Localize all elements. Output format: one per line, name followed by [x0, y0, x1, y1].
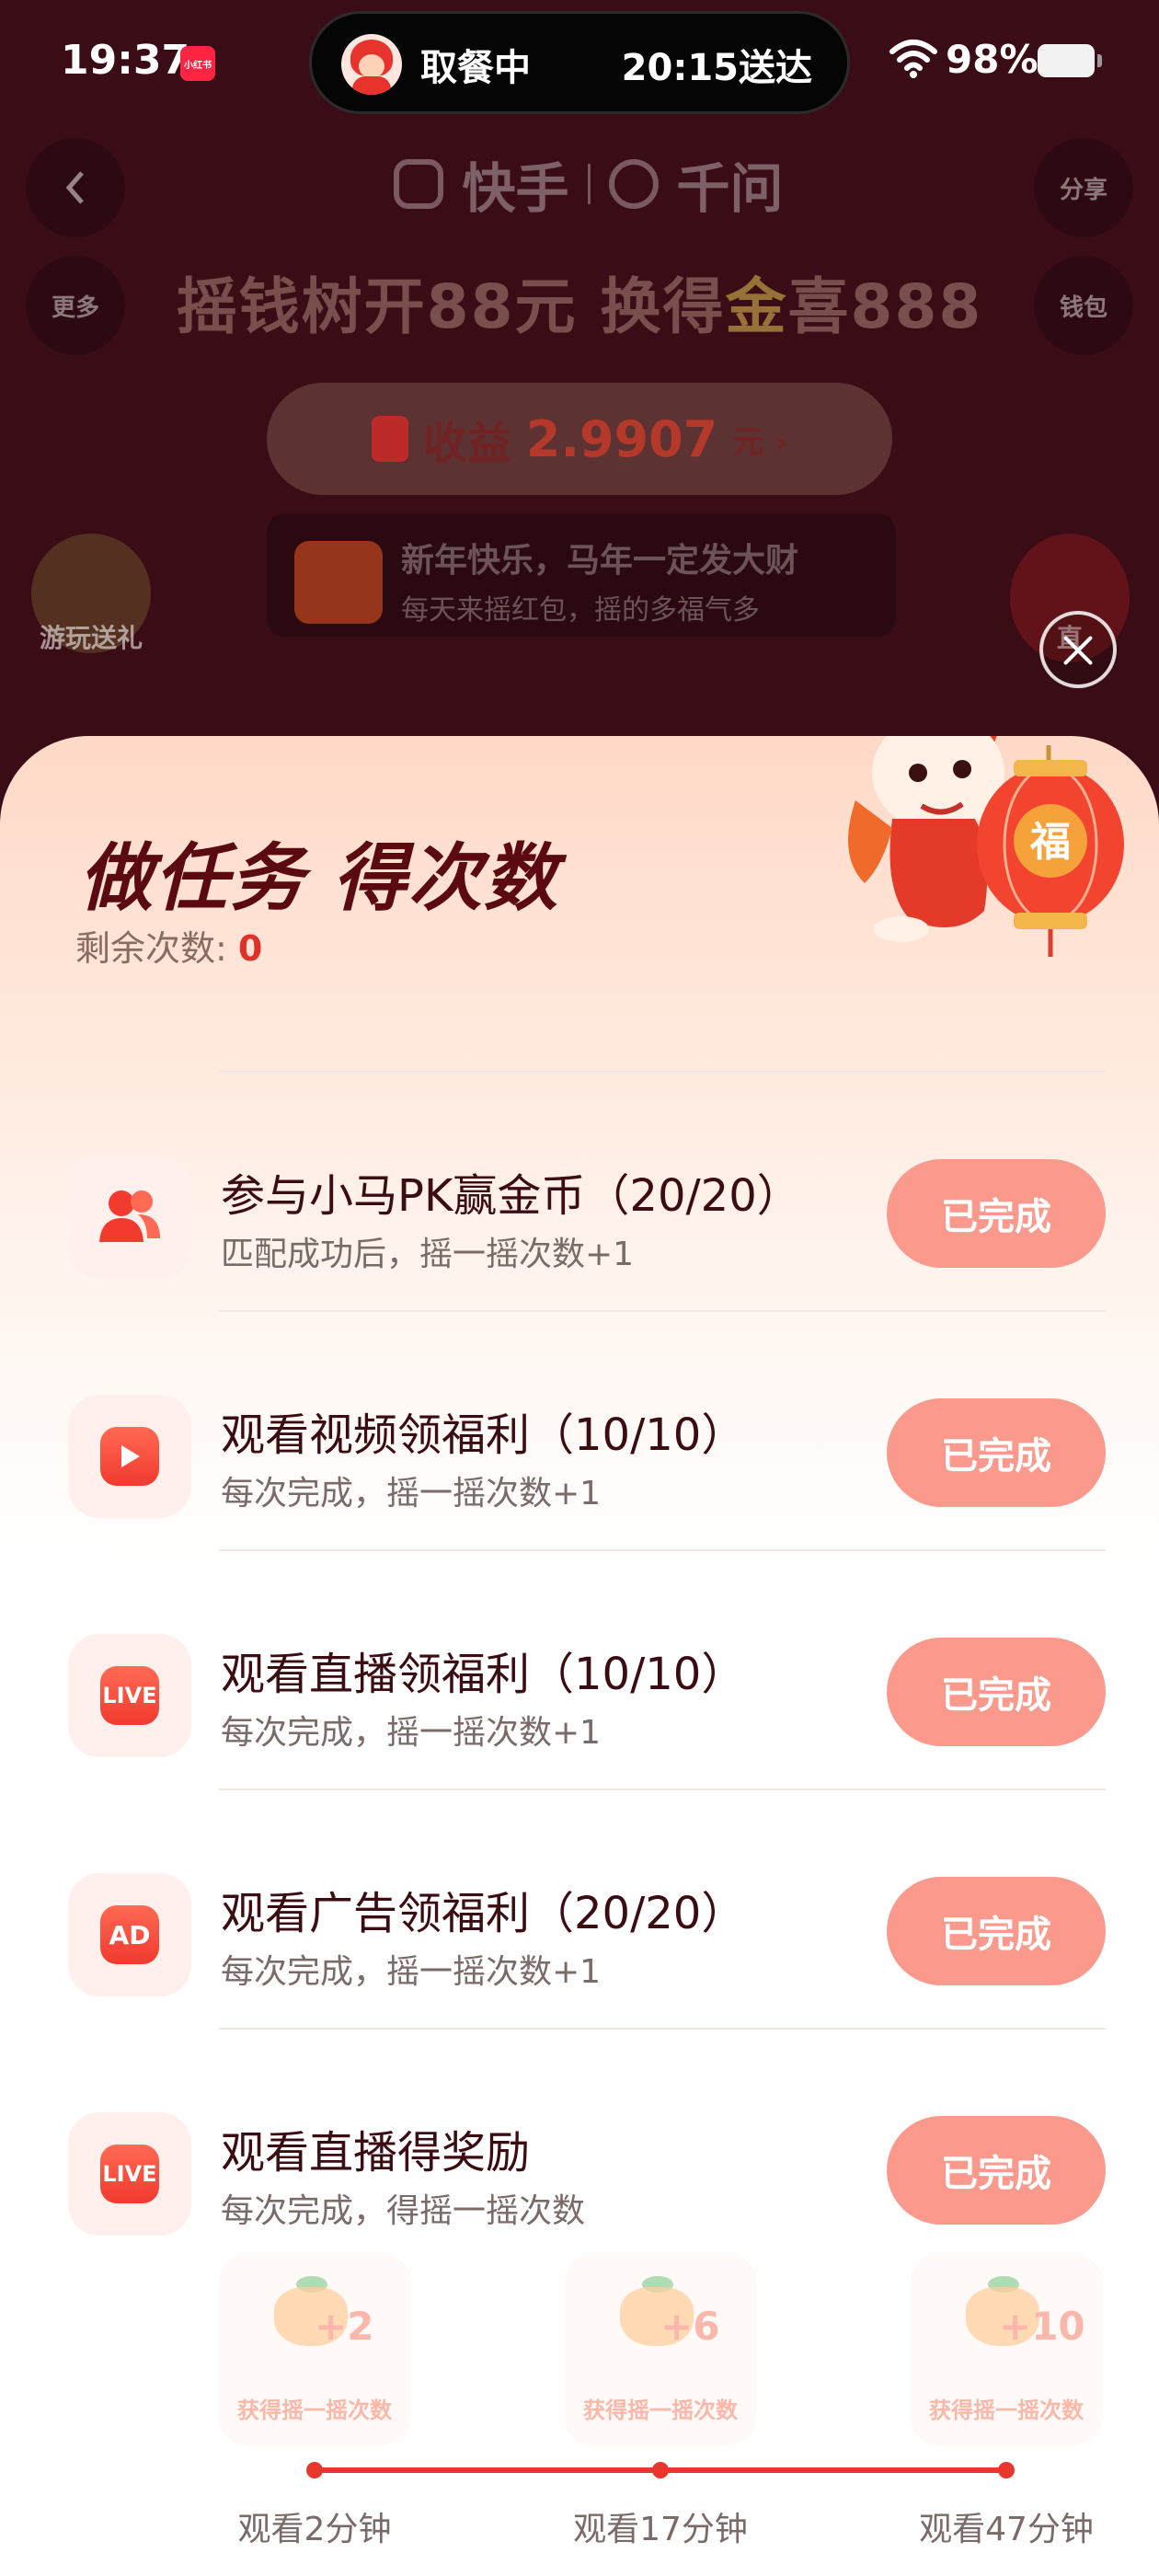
- notice-line1: 新年快乐，马年一定发大财: [401, 542, 799, 580]
- reward-label: 获得摇一摇次数: [929, 2398, 1084, 2423]
- divider: [219, 2028, 1106, 2030]
- divider: [219, 1071, 1106, 1073]
- close-sheet-button[interactable]: [1039, 611, 1117, 688]
- task-title: 观看视频领福利（10/10）: [221, 1409, 746, 1461]
- brand-kuaishou: 快手: [462, 157, 569, 220]
- kuaishou-notice-icon: [294, 541, 383, 624]
- xiaohongshu-app-icon: 小红书: [180, 46, 215, 81]
- brand-row: 快手 千问: [386, 147, 791, 221]
- task-title: 参与小马PK赢金币（20/20）: [221, 1170, 801, 1222]
- reward-plus: +2: [315, 2304, 374, 2349]
- task-row-live: LIVE 观看直播领福利（10/10） 每次完成，摇一摇次数+1 已完成: [0, 1601, 1159, 1785]
- red-envelope-icon: [371, 416, 408, 462]
- task-row-video: 观看视频领福利（10/10） 每次完成，摇一摇次数+1 已完成: [0, 1362, 1159, 1546]
- dynamic-island-delivery[interactable]: 取餐中 20:15送达: [309, 11, 850, 114]
- task-row-pk: 参与小马PK赢金币（20/20） 匹配成功后，摇一摇次数+1 已完成: [0, 1122, 1159, 1306]
- task-title: 观看直播得奖励: [221, 2127, 531, 2179]
- more-button[interactable]: 更多: [26, 256, 125, 355]
- progress-dot: [306, 2462, 323, 2478]
- reward-label: 获得摇一摇次数: [583, 2398, 738, 2423]
- share-button[interactable]: 分享: [1034, 138, 1133, 237]
- task-subtitle: 每次完成，摇一摇次数+1: [221, 1953, 602, 1991]
- play-icon: [100, 1427, 159, 1486]
- task-row-live-reward: LIVE 观看直播得奖励 每次完成，得摇一摇次数 已完成: [0, 2079, 1159, 2263]
- delivery-eta: 20:15送达: [621, 47, 812, 89]
- task-completed-button[interactable]: 已完成: [887, 1159, 1106, 1268]
- divider: [219, 1788, 1106, 1790]
- earnings-pill[interactable]: 收益 2.9907 元 ›: [267, 383, 892, 495]
- status-bar: 19:37 小红书 取餐中 20:15送达 98%: [0, 0, 1159, 129]
- earnings-value: 2.9907: [525, 409, 718, 468]
- reward-milestone: +2 获得摇一摇次数: [219, 2254, 410, 2445]
- live-icon: LIVE: [100, 1666, 159, 1725]
- qianwen-logo-icon: [608, 159, 659, 209]
- reward-milestone: +6 获得摇一摇次数: [565, 2254, 756, 2445]
- live-icon: LIVE: [100, 2145, 159, 2203]
- task-icon-bg: [68, 1156, 191, 1279]
- back-button[interactable]: [26, 138, 125, 237]
- brand-divider: [587, 164, 591, 204]
- progress-label: 观看2分钟: [237, 2511, 392, 2548]
- game-gift-label: 游玩送礼: [39, 623, 143, 653]
- wallet-button[interactable]: 钱包: [1034, 256, 1133, 355]
- kuaishou-logo-icon: [394, 159, 444, 209]
- task-sheet: 做任务 得次数 剩余次数: 0 福 参与小马PK赢金币（20/20） 匹配成功后…: [0, 736, 1159, 2576]
- horse-mascot-lantern-icon: 福: [848, 736, 1124, 957]
- courier-avatar-icon: [341, 34, 402, 95]
- background-page: 快手 千问 分享 更多 钱包 摇钱树开88元 换得金喜888 收益 2.9907…: [0, 129, 1159, 773]
- task-icon-bg: AD: [68, 1873, 191, 1996]
- task-row-ad: AD 观看广告领福利（20/20） 每次完成，摇一摇次数+1 已完成: [0, 1840, 1159, 2024]
- lantern-fu-text: 福: [1029, 819, 1071, 866]
- task-icon-bg: LIVE: [68, 2112, 191, 2236]
- ad-icon: AD: [100, 1905, 159, 1964]
- divider: [219, 1549, 1106, 1551]
- task-icon-bg: LIVE: [68, 1634, 191, 1757]
- progress-label: 观看17分钟: [573, 2511, 748, 2548]
- battery-percent: 98%: [946, 37, 1039, 82]
- sheet-title: 做任务 得次数: [79, 835, 559, 921]
- reward-milestone: +10 获得摇一摇次数: [911, 2254, 1102, 2445]
- task-completed-button[interactable]: 已完成: [887, 2116, 1106, 2225]
- remaining-count: 剩余次数: 0: [75, 928, 263, 969]
- progress-dot: [998, 2462, 1015, 2478]
- progress-dot: [652, 2462, 669, 2478]
- brand-qianwen: 千问: [676, 157, 784, 220]
- task-icon-bg: [68, 1395, 191, 1518]
- task-subtitle: 匹配成功后，摇一摇次数+1: [221, 1236, 635, 1273]
- divider: [219, 1310, 1106, 1312]
- progress-label: 观看47分钟: [919, 2511, 1094, 2548]
- reward-label: 获得摇一摇次数: [237, 2398, 392, 2423]
- chevron-left-icon: [65, 171, 84, 204]
- earnings-label: 收益: [422, 418, 511, 469]
- users-icon: [99, 1190, 160, 1242]
- promo-headline: 摇钱树开88元 换得金喜888: [176, 271, 983, 342]
- reward-plus: +10: [999, 2304, 1085, 2349]
- task-completed-button[interactable]: 已完成: [887, 1638, 1106, 1746]
- task-completed-button[interactable]: 已完成: [887, 1398, 1106, 1507]
- task-subtitle: 每次完成，得摇一摇次数: [221, 2192, 586, 2230]
- delivery-status: 取餐中: [420, 47, 531, 89]
- notice-banner: 新年快乐，马年一定发大财 每天来摇红包，摇的多福气多: [267, 513, 896, 637]
- wifi-icon: [889, 40, 937, 78]
- reward-plus: +6: [660, 2304, 720, 2349]
- task-subtitle: 每次完成，摇一摇次数+1: [221, 1475, 602, 1512]
- task-title: 观看直播领福利（10/10）: [221, 1649, 746, 1700]
- earnings-unit: 元 ›: [732, 423, 788, 461]
- task-subtitle: 每次完成，摇一摇次数+1: [221, 1714, 602, 1752]
- battery-icon: [1038, 44, 1102, 77]
- status-time: 19:37: [61, 37, 190, 84]
- task-completed-button[interactable]: 已完成: [887, 1877, 1106, 1985]
- notice-line2: 每天来摇红包，摇的多福气多: [401, 594, 760, 627]
- remaining-value: 0: [237, 928, 263, 969]
- task-title: 观看广告领福利（20/20）: [221, 1888, 746, 1939]
